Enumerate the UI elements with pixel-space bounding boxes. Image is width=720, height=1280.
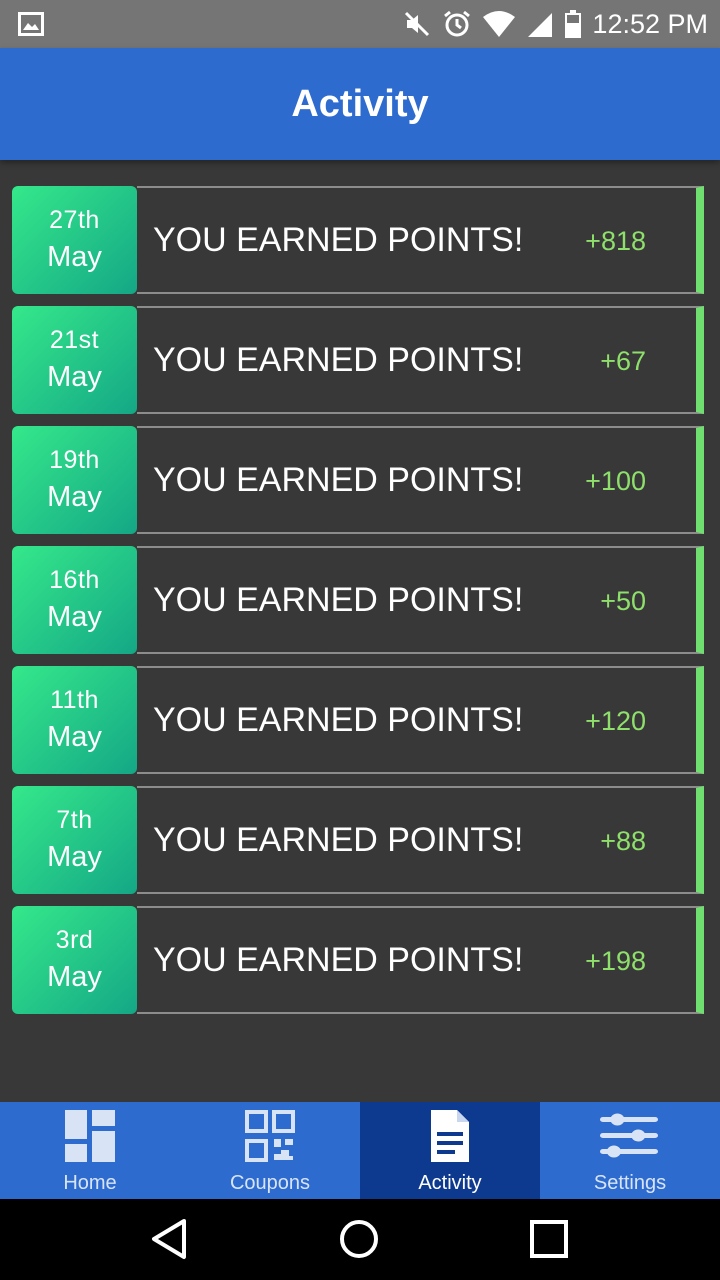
activity-card: YOU EARNED POINTS! +120 [137,666,704,774]
date-badge: 11th May [12,666,137,774]
points-value: +100 [585,466,646,496]
list-item[interactable]: 16th May YOU EARNED POINTS! +50 [12,546,704,654]
tab-coupons-label: Coupons [229,1172,311,1194]
activity-card: YOU EARNED POINTS! +67 [137,306,704,414]
activity-list: 27th May YOU EARNED POINTS! +818 21st Ma… [12,186,704,1026]
points-value: +120 [585,706,646,736]
recents-square-icon[interactable] [527,1217,571,1261]
date-day: 27th [49,206,100,234]
date-month: May [47,361,102,393]
status-time: 12:52 PM [592,8,708,39]
points-value: +198 [585,946,646,976]
date-month: May [47,241,102,273]
date-month: May [47,601,102,633]
date-badge: 27th May [12,186,137,294]
activity-message: YOU EARNED POINTS! [153,341,524,379]
date-month: May [47,841,102,873]
date-badge: 19th May [12,426,137,534]
image-notification-icon [18,12,44,36]
date-month: May [47,961,102,993]
activity-message: YOU EARNED POINTS! [153,821,524,859]
date-badge: 16th May [12,546,137,654]
list-item[interactable]: 7th May YOU EARNED POINTS! +88 [12,786,704,894]
app-bar: Activity [0,48,720,160]
date-month: May [47,481,102,513]
date-badge: 3rd May [12,906,137,1014]
date-month: May [47,721,102,753]
activity-message: YOU EARNED POINTS! [153,701,524,739]
date-badge: 7th May [12,786,137,894]
tab-home[interactable]: Home [0,1102,180,1199]
activity-message: YOU EARNED POINTS! [153,461,524,499]
date-badge: 21st May [12,306,137,414]
date-day: 3rd [55,926,94,954]
list-item[interactable]: 19th May YOU EARNED POINTS! +100 [12,426,704,534]
date-day: 16th [49,566,100,594]
activity-card: YOU EARNED POINTS! +198 [137,906,704,1014]
points-value: +50 [600,586,646,616]
tab-home-label: Home [63,1172,117,1194]
bottom-navigation: Home Coupons Activity Settings [0,1102,720,1199]
activity-card: YOU EARNED POINTS! +88 [137,786,704,894]
qr-code-icon [245,1110,295,1162]
battery-icon [565,10,582,38]
date-day: 7th [56,806,93,834]
system-navigation-bar [0,1199,720,1280]
points-value: +88 [600,826,646,856]
alarm-icon [444,10,471,37]
activity-message: YOU EARNED POINTS! [153,221,524,259]
status-bar: 12:52 PM [0,0,720,48]
list-item[interactable]: 11th May YOU EARNED POINTS! +120 [12,666,704,774]
list-item[interactable]: 3rd May YOU EARNED POINTS! +198 [12,906,704,1014]
activity-message: YOU EARNED POINTS! [153,941,524,979]
tab-activity[interactable]: Activity [360,1102,540,1199]
tab-settings-label: Settings [593,1172,667,1194]
dashboard-icon [65,1110,115,1162]
wifi-icon [483,11,516,37]
tab-activity-label: Activity [418,1172,482,1194]
sliders-icon [600,1113,658,1158]
activity-card: YOU EARNED POINTS! +100 [137,426,704,534]
activity-message: YOU EARNED POINTS! [153,581,524,619]
home-circle-icon[interactable] [337,1217,381,1261]
activity-card: YOU EARNED POINTS! +818 [137,186,704,294]
back-icon[interactable] [148,1217,192,1261]
mute-icon [405,11,430,37]
tab-coupons[interactable]: Coupons [180,1102,360,1199]
tab-settings[interactable]: Settings [540,1102,720,1199]
document-icon [431,1110,469,1162]
date-day: 19th [49,446,100,474]
list-item[interactable]: 21st May YOU EARNED POINTS! +67 [12,306,704,414]
date-day: 21st [49,326,100,354]
page-title: Activity [291,82,429,125]
list-item[interactable]: 27th May YOU EARNED POINTS! +818 [12,186,704,294]
date-day: 11th [50,686,99,714]
points-value: +818 [585,226,646,256]
activity-card: YOU EARNED POINTS! +50 [137,546,704,654]
signal-icon [528,13,553,37]
points-value: +67 [600,346,646,376]
